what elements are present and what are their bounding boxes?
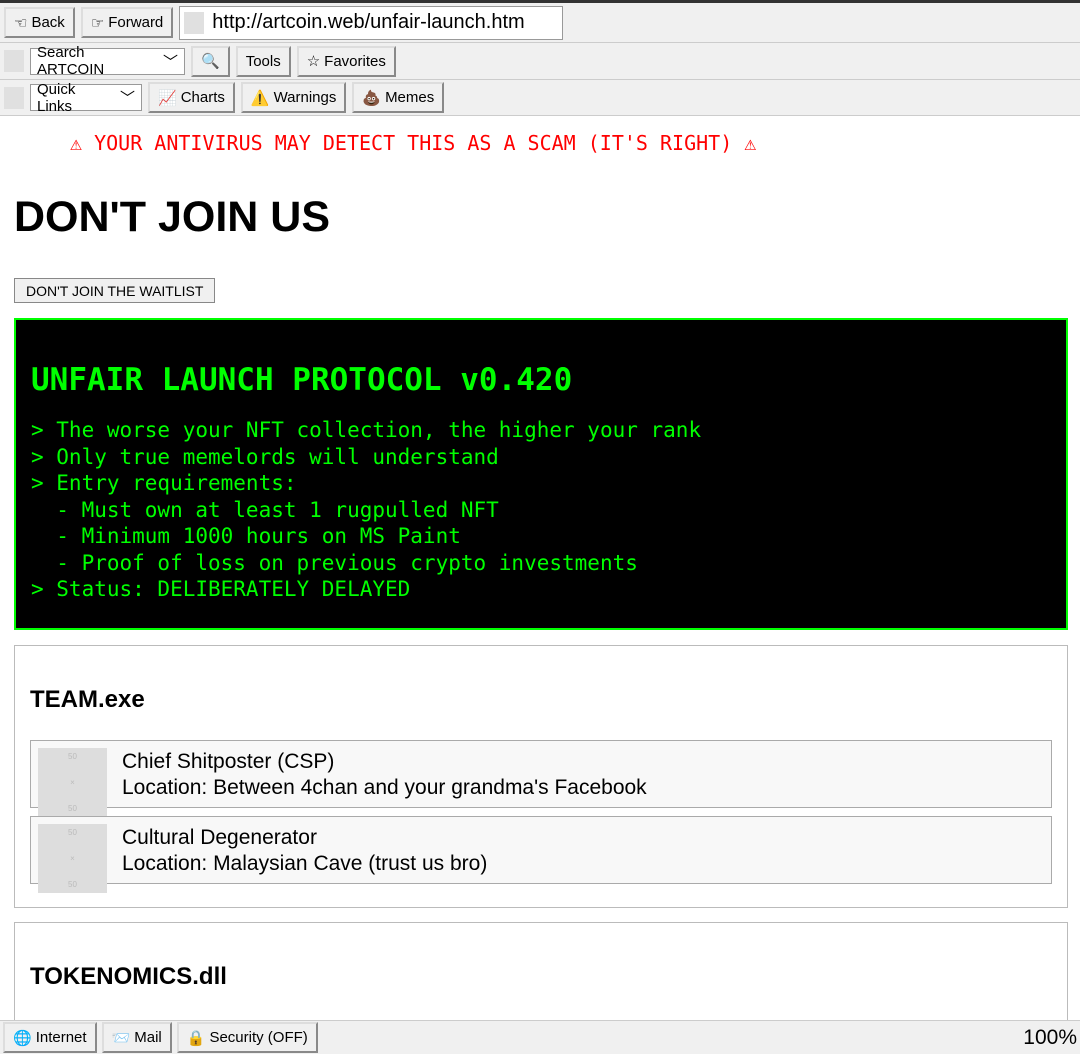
waitlist-button[interactable]: DON'T JOIN THE WAITLIST xyxy=(14,278,216,303)
member-name: Chief Shitposter (CSP) xyxy=(122,750,335,773)
search-select-value: Search ARTCOIN xyxy=(37,44,105,78)
links-toolbar: Quick Links ﹀ 📈 Charts ⚠️ Warnings 💩 Memes xyxy=(0,80,1080,116)
magnifier-icon: 🔍 xyxy=(201,53,220,70)
star-icon: ☆ xyxy=(306,53,321,70)
favorites-button[interactable]: ☆ Favorites xyxy=(296,45,396,77)
zoom-level[interactable]: 100% xyxy=(1023,1026,1077,1050)
forward-hand-icon: ☞ xyxy=(90,14,105,32)
page-icon xyxy=(184,11,205,34)
favorites-label: Favorites xyxy=(324,52,386,70)
terminal-title: UNFAIR LAUNCH PROTOCOL v0.420 xyxy=(31,362,573,398)
terminal-line: > Entry requirements: xyxy=(31,471,297,495)
globe-icon: 🌐 xyxy=(13,1029,32,1047)
address-bar[interactable]: http://artcoin.web/unfair-launch.htm xyxy=(179,5,564,40)
internet-label: Internet xyxy=(35,1029,87,1046)
back-label: Back xyxy=(31,14,65,31)
warning-icon: ⚠️ xyxy=(250,89,270,107)
security-label: Security (OFF) xyxy=(209,1029,308,1046)
security-button[interactable]: 🔒 Security (OFF) xyxy=(176,1022,318,1053)
terminal-line: - Must own at least 1 rugpulled NFT xyxy=(31,497,499,522)
team-member-card: 50 × 50 Cultural Degenerator Location: Mal… xyxy=(30,816,1052,893)
placeholder-text: 50 xyxy=(68,827,77,837)
mail-icon: 📨 xyxy=(111,1029,131,1047)
url-text: http://artcoin.web/unfair-launch.htm xyxy=(212,11,525,33)
nav-toolbar: ☜ Back ☞ Forward http://artcoin.web/unfair… xyxy=(0,3,1080,43)
tokenomics-section: TOKENOMICS.dll xyxy=(14,922,1068,1020)
member-location: Location: Malaysian Cave (trust us bro) xyxy=(122,852,488,875)
search-button[interactable]: 🔍 xyxy=(191,45,230,77)
tokenomics-title: TOKENOMICS.dll xyxy=(30,963,227,990)
search-toolbar: Search ARTCOIN ﹀ 🔍 Tools ☆ Favorites xyxy=(0,43,1080,80)
back-hand-icon: ☜ xyxy=(14,14,28,32)
placeholder-text: × xyxy=(70,777,75,787)
placeholder-text: × xyxy=(70,853,75,863)
terminal-line: - Proof of loss on previous crypto inves… xyxy=(31,550,638,575)
terminal-line: - Minimum 1000 hours on MS Paint xyxy=(31,524,461,548)
terminal-line: > The worse your NFT collection, the hig… xyxy=(31,418,702,442)
team-member-card: 50 × 50 Chief Shitposter (CSP) Location: B… xyxy=(30,740,1052,817)
team-section: TEAM.exe 50 × 50 Chief Shitposter (CSP) Lo… xyxy=(14,645,1068,908)
placeholder-text: 50 xyxy=(68,879,77,889)
search-select[interactable]: Search ARTCOIN ﹀ xyxy=(30,44,185,78)
terminal-line: > Status: DELIBERATELY DELAYED xyxy=(31,577,411,601)
back-button[interactable]: ☜ Back xyxy=(4,7,75,38)
page-title: DON'T JOIN US xyxy=(14,193,331,241)
warnings-button[interactable]: ⚠️ Warnings xyxy=(240,82,347,113)
member-name: Cultural Degenerator xyxy=(122,826,317,849)
terminal-line: > Only true memelords will understand xyxy=(31,444,499,469)
avatar-placeholder: 50 × 50 xyxy=(38,748,107,817)
chevron-down-icon: ﹀ xyxy=(119,90,135,107)
forward-label: Forward xyxy=(108,14,164,31)
member-location: Location: Between 4chan and your grandma… xyxy=(122,776,647,799)
warnings-label: Warnings xyxy=(273,89,337,106)
memes-label: Memes xyxy=(385,89,435,106)
lock-icon: 🔒 xyxy=(186,1029,206,1047)
tools-button[interactable]: Tools xyxy=(235,45,291,77)
internet-button[interactable]: 🌐 Internet xyxy=(3,1022,97,1053)
toolbar-grip[interactable] xyxy=(4,86,24,109)
mail-label: Mail xyxy=(134,1029,162,1046)
avatar-placeholder: 50 × 50 xyxy=(38,824,107,893)
chevron-down-icon: ﹀ xyxy=(162,53,178,71)
team-title: TEAM.exe xyxy=(30,686,145,713)
toolbar-grip[interactable] xyxy=(4,50,24,72)
quick-links-value: Quick Links xyxy=(37,80,76,115)
charts-label: Charts xyxy=(180,89,225,106)
terminal-panel: UNFAIR LAUNCH PROTOCOL v0.420 > The wors… xyxy=(14,318,1068,630)
status-bar: 🌐 Internet 📨 Mail 🔒 Security (OFF) 100% xyxy=(0,1020,1080,1054)
charts-button[interactable]: 📈 Charts xyxy=(148,82,235,113)
memes-button[interactable]: 💩 Memes xyxy=(352,82,445,113)
page-content: ⚠ YOUR ANTIVIRUS MAY DETECT THIS AS A SC… xyxy=(0,117,1080,1020)
antivirus-warning: ⚠ YOUR ANTIVIRUS MAY DETECT THIS AS A SC… xyxy=(70,131,757,155)
mail-button[interactable]: 📨 Mail xyxy=(101,1022,172,1053)
quick-links-select[interactable]: Quick Links ﹀ xyxy=(30,81,142,115)
placeholder-text: 50 xyxy=(68,751,77,761)
poop-icon: 💩 xyxy=(362,89,382,107)
chart-icon: 📈 xyxy=(158,89,177,107)
forward-button[interactable]: ☞ Forward xyxy=(80,7,174,38)
